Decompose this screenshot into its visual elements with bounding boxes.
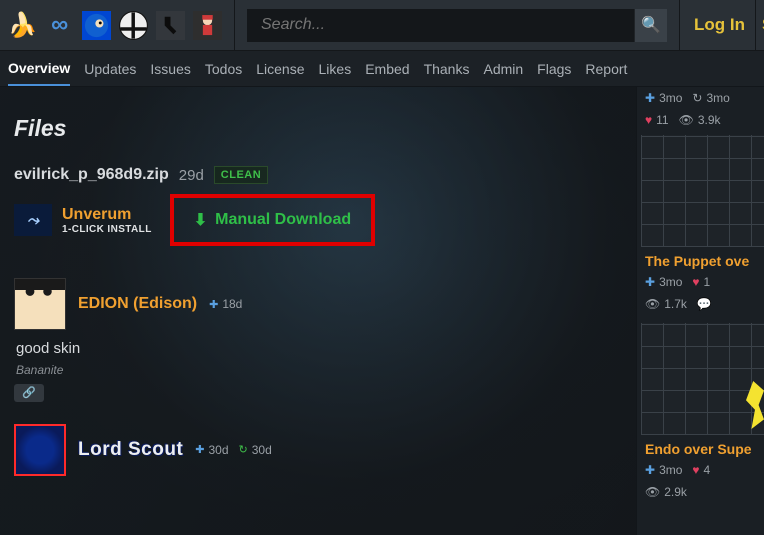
- comment-age-chip: ✚ 30d: [195, 443, 228, 457]
- plus-icon: ✚: [195, 443, 204, 456]
- heart-icon: ♥: [692, 463, 699, 477]
- sidebar-top-stats: ✚3mo ↻3mo ♥11 👁3.9k: [637, 87, 764, 133]
- stat-likes: ♥1: [692, 275, 710, 289]
- heart-icon: ♥: [692, 275, 699, 289]
- stat-views: 👁1.7k: [645, 297, 687, 311]
- tab-license[interactable]: License: [256, 53, 304, 85]
- header-icon-group: 🍌 ∞: [0, 0, 235, 50]
- files-heading: Files: [14, 115, 622, 142]
- user-role: Bananite: [16, 363, 622, 377]
- stat-views: 👁3.9k: [679, 113, 721, 127]
- search-input[interactable]: [247, 9, 634, 42]
- stat-added: ✚3mo: [645, 91, 682, 105]
- comment-header: Lord Scout ✚ 30d ↻ 30d: [14, 424, 622, 476]
- one-click-install-button[interactable]: ⤳ Unverum 1-CLICK INSTALL: [14, 202, 152, 238]
- heart-icon: ♥: [645, 113, 652, 127]
- main: Files evilrick_p_968d9.zip 29d CLEAN ⤳ U…: [0, 87, 764, 535]
- tab-bar: Overview Updates Issues Todos License Li…: [0, 51, 764, 87]
- scan-badge: CLEAN: [214, 166, 268, 184]
- sidebar-item[interactable]: The Puppet ove ✚3mo ♥1 👁1.7k 💬: [637, 133, 764, 321]
- plus-icon: ✚: [645, 463, 655, 477]
- comment-meta: ✚ 18d: [209, 297, 242, 311]
- plus-icon: ✚: [209, 298, 218, 311]
- eye-icon: 👁: [679, 113, 694, 127]
- sidebar-thumbnail: [641, 323, 764, 435]
- comment: Lord Scout ✚ 30d ↻ 30d: [14, 424, 622, 476]
- manual-download-button[interactable]: ⬇ Manual Download: [170, 194, 375, 246]
- comment: EDION (Edison) ✚ 18d good skin Bananite …: [14, 278, 622, 402]
- installer-title: Unverum: [62, 206, 152, 224]
- comment-age: 18d: [222, 297, 242, 311]
- permalink-chip[interactable]: 🔗: [14, 384, 44, 402]
- stat-likes: ♥4: [692, 463, 710, 477]
- sidebar: ✚3mo ↻3mo ♥11 👁3.9k The Puppet ove ✚3mo …: [636, 87, 764, 535]
- tab-admin[interactable]: Admin: [483, 53, 523, 85]
- stat-added: ✚3mo: [645, 463, 682, 477]
- banana-icon[interactable]: 🍌: [8, 11, 37, 40]
- eye-icon: 👁: [645, 297, 660, 311]
- login-link[interactable]: Log In: [680, 0, 756, 50]
- plus-icon: ✚: [645, 91, 655, 105]
- comment-meta: ✚ 30d ↻ 30d: [195, 443, 272, 457]
- link-icon: 🔗: [22, 386, 36, 399]
- smash-icon[interactable]: [119, 11, 148, 40]
- infinity-icon[interactable]: ∞: [45, 11, 74, 40]
- sidebar-thumbnail: [641, 135, 764, 247]
- file-age: 29d: [179, 167, 204, 184]
- stat-updated: ↻3mo: [692, 91, 729, 105]
- search-button[interactable]: 🔍: [634, 9, 667, 42]
- avatar[interactable]: [14, 424, 66, 476]
- refresh-icon: ↻: [239, 443, 248, 456]
- top-bar: 🍌 ∞ 🔍 Log In S: [0, 0, 764, 51]
- comment-updated: 30d: [252, 443, 272, 457]
- plus-icon: ✚: [645, 275, 655, 289]
- installer-subtitle: 1-CLICK INSTALL: [62, 224, 152, 235]
- fnf-icon[interactable]: [193, 11, 222, 40]
- avatar[interactable]: [14, 278, 66, 330]
- search-wrap: 🔍: [235, 0, 680, 50]
- comment-age-chip: ✚ 18d: [209, 297, 242, 311]
- download-arrow-icon: ⬇: [194, 210, 207, 230]
- unverum-icon: ⤳: [14, 204, 52, 236]
- eye-icon: 👁: [645, 485, 660, 499]
- comment-age: 30d: [209, 443, 229, 457]
- content: Files evilrick_p_968d9.zip 29d CLEAN ⤳ U…: [0, 87, 636, 535]
- sidebar-item[interactable]: Endo over Supe ✚3mo ♥4 👁2.9k: [637, 321, 764, 509]
- stat-views: 👁2.9k: [645, 485, 687, 499]
- tab-thanks[interactable]: Thanks: [424, 53, 470, 85]
- tab-overview[interactable]: Overview: [8, 52, 70, 86]
- user-link[interactable]: EDION (Edison): [78, 295, 197, 313]
- refresh-icon: ↻: [692, 91, 702, 105]
- signup-link-partial[interactable]: S: [756, 0, 764, 50]
- search-icon: 🔍: [641, 15, 661, 35]
- stat-comments: 💬: [697, 297, 712, 311]
- tab-flags[interactable]: Flags: [537, 53, 571, 85]
- sidebar-item-stats: ✚3mo ♥4 👁2.9k: [637, 459, 764, 505]
- tab-updates[interactable]: Updates: [84, 53, 136, 85]
- manual-download-label: Manual Download: [215, 211, 351, 229]
- comment-updated-chip: ↻ 30d: [239, 443, 272, 457]
- stat-added: ✚3mo: [645, 275, 682, 289]
- sidebar-item-stats: ✚3mo ♥1 👁1.7k 💬: [637, 271, 764, 317]
- sonic-icon[interactable]: [82, 11, 111, 40]
- sidebar-item-title: Endo over Supe: [637, 435, 764, 459]
- comment-icon: 💬: [697, 297, 712, 311]
- download-row: ⤳ Unverum 1-CLICK INSTALL ⬇ Manual Downl…: [14, 194, 622, 246]
- tab-embed[interactable]: Embed: [365, 53, 409, 85]
- sidebar-item-title: The Puppet ove: [637, 247, 764, 271]
- file-row: evilrick_p_968d9.zip 29d CLEAN: [14, 166, 622, 184]
- tab-issues[interactable]: Issues: [150, 53, 190, 85]
- tab-likes[interactable]: Likes: [319, 53, 352, 85]
- comment-body: good skin: [16, 340, 622, 357]
- cs-icon[interactable]: [156, 11, 185, 40]
- unverum-text: Unverum 1-CLICK INSTALL: [62, 206, 152, 235]
- file-name: evilrick_p_968d9.zip: [14, 166, 169, 184]
- tab-report[interactable]: Report: [585, 53, 627, 85]
- comment-header: EDION (Edison) ✚ 18d: [14, 278, 622, 330]
- stat-likes: ♥11: [645, 113, 669, 127]
- user-link[interactable]: Lord Scout: [78, 439, 183, 461]
- tab-todos[interactable]: Todos: [205, 53, 242, 85]
